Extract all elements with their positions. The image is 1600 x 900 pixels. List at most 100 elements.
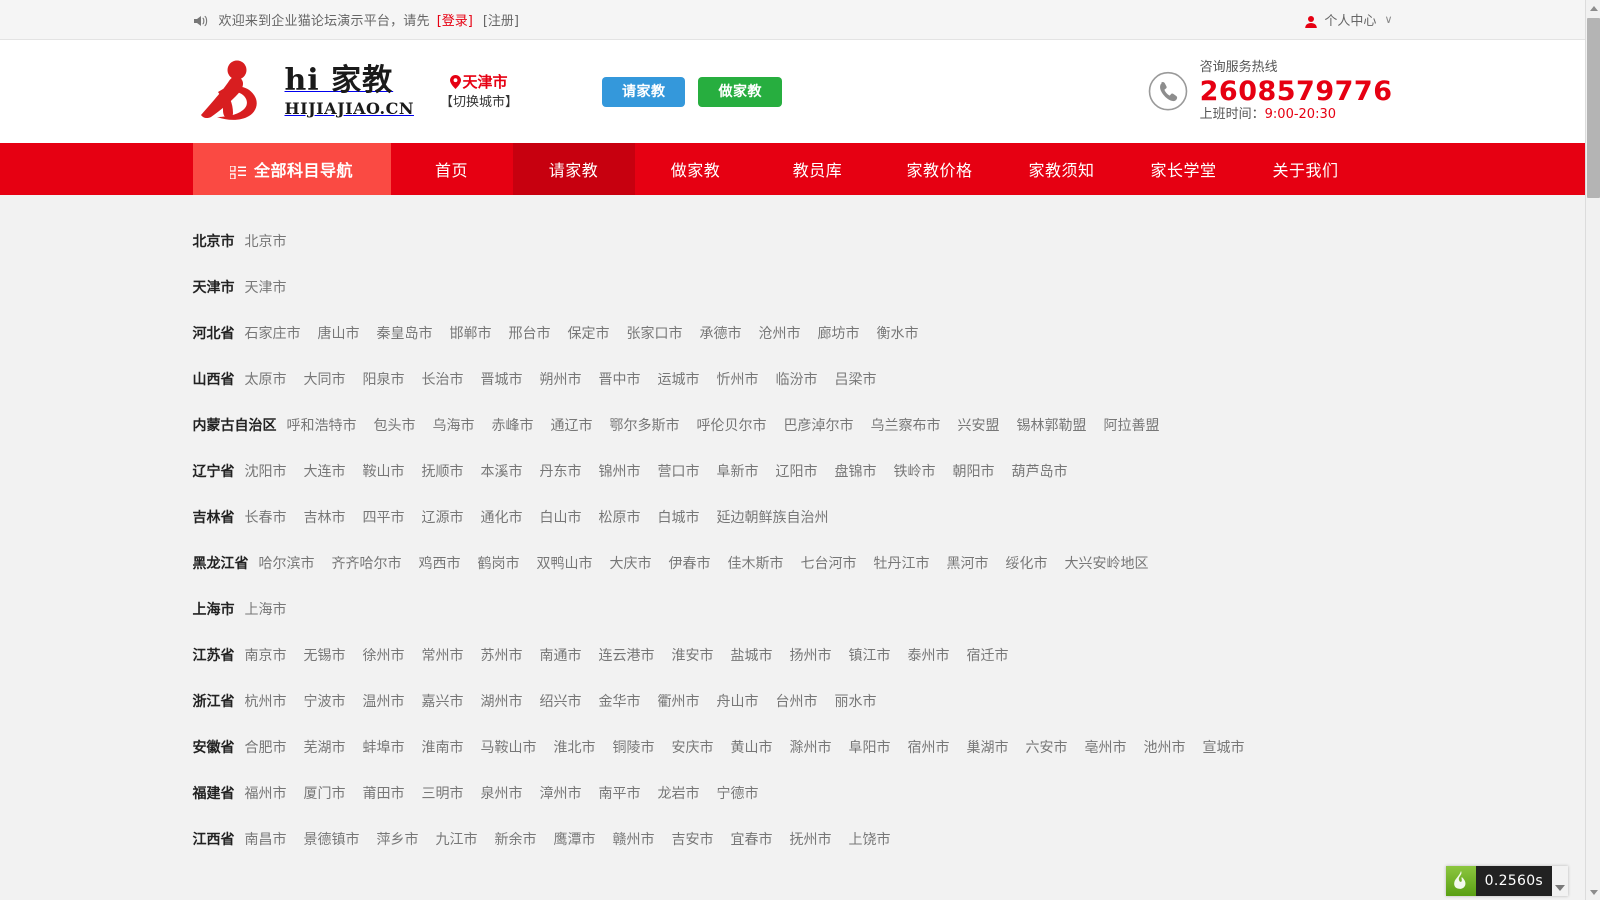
- city-link[interactable]: 大同市: [304, 367, 346, 393]
- city-link[interactable]: 淮南市: [422, 735, 464, 761]
- city-link[interactable]: 常州市: [422, 643, 464, 669]
- city-link[interactable]: 苏州市: [481, 643, 523, 669]
- city-link[interactable]: 绍兴市: [540, 689, 582, 715]
- city-link[interactable]: 镇江市: [849, 643, 891, 669]
- city-link[interactable]: 淮北市: [554, 735, 596, 761]
- city-link[interactable]: 丹东市: [540, 459, 582, 485]
- city-link[interactable]: 宿迁市: [967, 643, 1009, 669]
- nav-item-0[interactable]: 首页: [391, 143, 513, 195]
- caret-down-icon[interactable]: [1552, 866, 1568, 896]
- city-link[interactable]: 南昌市: [245, 827, 287, 853]
- city-link[interactable]: 临汾市: [776, 367, 818, 393]
- city-link[interactable]: 三明市: [422, 781, 464, 807]
- city-link[interactable]: 佳木斯市: [728, 551, 784, 577]
- city-link[interactable]: 沧州市: [759, 321, 801, 347]
- city-link[interactable]: 鹰潭市: [554, 827, 596, 853]
- scrollbar-thumb[interactable]: [1587, 18, 1600, 198]
- city-link[interactable]: 邯郸市: [450, 321, 492, 347]
- city-link[interactable]: 抚州市: [790, 827, 832, 853]
- city-link[interactable]: 泉州市: [481, 781, 523, 807]
- city-link[interactable]: 通辽市: [551, 413, 593, 439]
- city-link[interactable]: 兴安盟: [958, 413, 1000, 439]
- city-link[interactable]: 萍乡市: [377, 827, 419, 853]
- city-link[interactable]: 吕梁市: [835, 367, 877, 393]
- city-link[interactable]: 安庆市: [672, 735, 714, 761]
- city-link[interactable]: 漳州市: [540, 781, 582, 807]
- city-link[interactable]: 福州市: [245, 781, 287, 807]
- city-link[interactable]: 宁波市: [304, 689, 346, 715]
- city-link[interactable]: 哈尔滨市: [259, 551, 315, 577]
- city-selector[interactable]: 天津市 【切换城市】: [440, 71, 518, 113]
- city-link[interactable]: 铁岭市: [894, 459, 936, 485]
- nav-item-2[interactable]: 做家教: [635, 143, 757, 195]
- city-link[interactable]: 九江市: [436, 827, 478, 853]
- nav-item-6[interactable]: 家长学堂: [1123, 143, 1245, 195]
- city-link[interactable]: 吉安市: [672, 827, 714, 853]
- city-link[interactable]: 阿拉善盟: [1104, 413, 1160, 439]
- city-link[interactable]: 忻州市: [717, 367, 759, 393]
- city-link[interactable]: 大庆市: [610, 551, 652, 577]
- register-link[interactable]: [注册]: [483, 10, 519, 29]
- become-tutor-button[interactable]: 做家教: [698, 76, 782, 107]
- city-link[interactable]: 滁州市: [790, 735, 832, 761]
- scroll-up-arrow-icon[interactable]: [1586, 0, 1600, 16]
- city-link[interactable]: 衡水市: [877, 321, 919, 347]
- city-link[interactable]: 沈阳市: [245, 459, 287, 485]
- city-link[interactable]: 齐齐哈尔市: [332, 551, 402, 577]
- city-link[interactable]: 通化市: [481, 505, 523, 531]
- city-link[interactable]: 阳泉市: [363, 367, 405, 393]
- city-link[interactable]: 营口市: [658, 459, 700, 485]
- city-link[interactable]: 阜阳市: [849, 735, 891, 761]
- city-link[interactable]: 晋城市: [481, 367, 523, 393]
- city-link[interactable]: 朝阳市: [953, 459, 995, 485]
- city-link[interactable]: 宿州市: [908, 735, 950, 761]
- city-link[interactable]: 南平市: [599, 781, 641, 807]
- city-link[interactable]: 七台河市: [801, 551, 857, 577]
- city-link[interactable]: 辽源市: [422, 505, 464, 531]
- city-link[interactable]: 呼和浩特市: [287, 413, 357, 439]
- city-link[interactable]: 绥化市: [1006, 551, 1048, 577]
- city-link[interactable]: 蚌埠市: [363, 735, 405, 761]
- city-link[interactable]: 黑河市: [947, 551, 989, 577]
- request-tutor-button[interactable]: 请家教: [601, 76, 686, 107]
- city-link[interactable]: 延边朝鲜族自治州: [717, 505, 829, 531]
- city-link[interactable]: 邢台市: [509, 321, 551, 347]
- city-link[interactable]: 白山市: [540, 505, 582, 531]
- city-link[interactable]: 吉林市: [304, 505, 346, 531]
- city-link[interactable]: 新余市: [495, 827, 537, 853]
- city-link[interactable]: 锡林郭勒盟: [1017, 413, 1087, 439]
- city-link[interactable]: 衢州市: [658, 689, 700, 715]
- city-link[interactable]: 台州市: [776, 689, 818, 715]
- city-link[interactable]: 宜春市: [731, 827, 773, 853]
- city-link[interactable]: 石家庄市: [245, 321, 301, 347]
- city-link[interactable]: 莆田市: [363, 781, 405, 807]
- city-link[interactable]: 大兴安岭地区: [1065, 551, 1149, 577]
- site-logo[interactable]: hi 家教 HIJIAJIAO.CN: [193, 40, 414, 143]
- city-link[interactable]: 盘锦市: [835, 459, 877, 485]
- city-link[interactable]: 宣城市: [1203, 735, 1245, 761]
- city-link[interactable]: 廊坊市: [818, 321, 860, 347]
- city-link[interactable]: 鞍山市: [363, 459, 405, 485]
- city-link[interactable]: 六安市: [1026, 735, 1068, 761]
- city-link[interactable]: 温州市: [363, 689, 405, 715]
- city-link[interactable]: 宁德市: [717, 781, 759, 807]
- city-link[interactable]: 天津市: [245, 275, 287, 301]
- city-link[interactable]: 抚顺市: [422, 459, 464, 485]
- city-link[interactable]: 赣州市: [613, 827, 655, 853]
- nav-item-1[interactable]: 请家教: [512, 143, 635, 195]
- nav-item-7[interactable]: 关于我们: [1245, 143, 1367, 195]
- page-scrollbar[interactable]: [1585, 0, 1600, 900]
- nav-item-all-subjects[interactable]: 全部科目导航: [192, 143, 391, 195]
- city-link[interactable]: 运城市: [658, 367, 700, 393]
- city-link[interactable]: 承德市: [700, 321, 742, 347]
- city-link[interactable]: 锦州市: [599, 459, 641, 485]
- city-link[interactable]: 双鸭山市: [537, 551, 593, 577]
- city-link[interactable]: 杭州市: [245, 689, 287, 715]
- city-link[interactable]: 南京市: [245, 643, 287, 669]
- city-link[interactable]: 太原市: [245, 367, 287, 393]
- city-link[interactable]: 伊春市: [669, 551, 711, 577]
- city-link[interactable]: 龙岩市: [658, 781, 700, 807]
- nav-item-3[interactable]: 教员库: [757, 143, 879, 195]
- city-link[interactable]: 嘉兴市: [422, 689, 464, 715]
- city-link[interactable]: 乌海市: [433, 413, 475, 439]
